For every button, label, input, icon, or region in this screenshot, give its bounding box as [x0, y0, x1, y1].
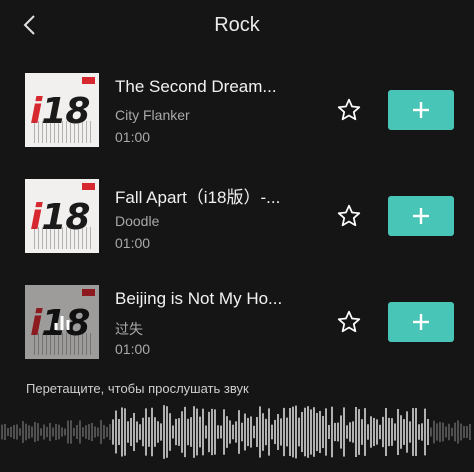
cover-tag	[82, 77, 95, 84]
cover-tag	[82, 183, 95, 190]
track-title: Beijing is Not My Ho...	[115, 289, 283, 308]
plus-icon	[413, 314, 429, 330]
cover-texture	[34, 121, 92, 143]
track-item[interactable]: i18 Fall Apart（i18版）-... Doodle 01:00	[0, 179, 474, 269]
track-duration: 01:00	[115, 129, 151, 145]
favorite-button[interactable]	[336, 203, 362, 229]
audio-waveform[interactable]	[0, 404, 474, 460]
track-title: Fall Apart（i18版）-...	[115, 188, 281, 207]
add-track-button[interactable]	[388, 90, 454, 130]
star-outline-icon	[337, 98, 361, 121]
drag-hint: Перетащите, чтобы прослушать звук	[26, 381, 249, 396]
add-track-button[interactable]	[388, 302, 454, 342]
plus-icon	[413, 102, 429, 118]
track-artist: Doodle	[115, 213, 160, 229]
track-duration: 01:00	[115, 235, 151, 251]
cover-texture	[34, 333, 92, 355]
page-title: Rock	[214, 14, 260, 36]
favorite-button[interactable]	[336, 97, 362, 123]
playing-indicator-icon	[54, 314, 70, 330]
track-item[interactable]: i18 Beijing is Not My Ho... 过失 01:00	[0, 285, 474, 375]
track-artist: 过失	[115, 321, 143, 337]
plus-icon	[413, 208, 429, 224]
star-outline-icon	[337, 204, 361, 227]
favorite-button[interactable]	[336, 309, 362, 335]
star-outline-icon	[337, 310, 361, 333]
track-duration: 01:00	[115, 341, 151, 357]
track-item[interactable]: i18 The Second Dream... City Flanker 01:…	[0, 73, 474, 163]
album-cover: i18	[25, 179, 99, 253]
album-cover: i18	[25, 73, 99, 147]
album-cover: i18	[25, 285, 99, 359]
cover-texture	[34, 227, 92, 249]
cover-tag	[82, 289, 95, 296]
track-artist: City Flanker	[115, 107, 190, 123]
header: Rock	[0, 0, 474, 52]
add-track-button[interactable]	[388, 196, 454, 236]
track-title: The Second Dream...	[115, 77, 277, 96]
